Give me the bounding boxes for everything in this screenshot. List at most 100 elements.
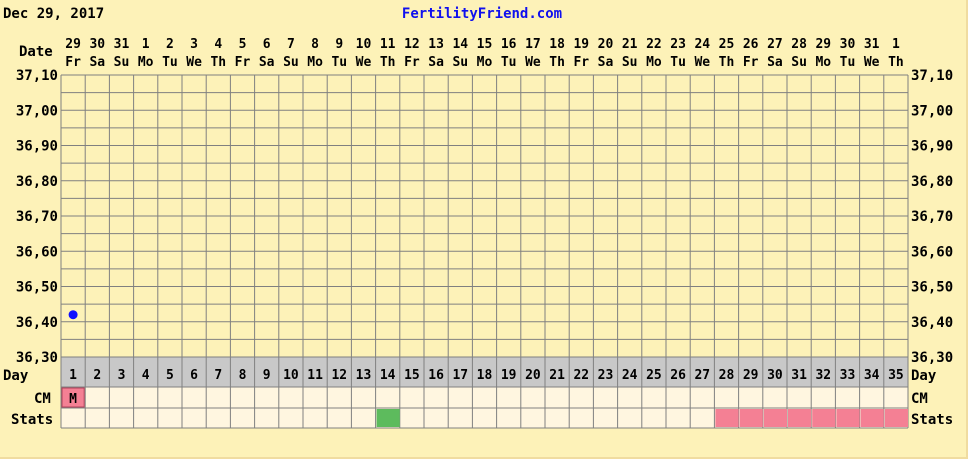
temp-tick-label-right: 36,50: [911, 280, 953, 296]
date-tick-label: 1: [892, 37, 900, 52]
temp-tick-label-left: 36,80: [16, 174, 58, 190]
cycle-day-label: 18: [477, 368, 493, 383]
cycle-day-label: 10: [283, 368, 299, 383]
cycle-day-label: 4: [142, 368, 150, 383]
temp-tick-label-left: 37,00: [16, 103, 58, 119]
temp-tick-label-left: 36,60: [16, 244, 58, 260]
temp-tick-label-right: 36,30: [911, 350, 953, 366]
date-tick-label: 11: [380, 37, 396, 52]
weekday-tick-label: Th: [549, 55, 565, 70]
cycle-day-label: 25: [646, 368, 662, 383]
stats-cell: [812, 409, 836, 427]
stats-cell: [739, 409, 763, 427]
weekday-tick-label: Su: [622, 55, 638, 70]
date-tick-label: 29: [815, 37, 831, 52]
weekday-tick-label: Su: [791, 55, 807, 70]
weekday-tick-label: Sa: [767, 55, 783, 70]
weekday-tick-label: We: [186, 55, 202, 70]
cycle-day-label: 19: [501, 368, 517, 383]
cycle-day-label: 21: [549, 368, 565, 383]
weekday-tick-label: Fr: [235, 55, 251, 70]
weekday-tick-label: Su: [114, 55, 130, 70]
chart-date-header: Dec 29, 2017: [3, 6, 104, 22]
date-tick-label: 3: [190, 37, 198, 52]
date-tick-label: 13: [428, 37, 444, 52]
cm-row-background: [61, 387, 908, 408]
temp-tick-label-left: 36,40: [16, 315, 58, 331]
cycle-day-label: 1: [69, 368, 77, 383]
temp-tick-label-right: 36,90: [911, 139, 953, 155]
cycle-day-label: 22: [573, 368, 589, 383]
cycle-day-label: 11: [307, 368, 323, 383]
cycle-day-label: 28: [719, 368, 735, 383]
day-row-label-right: Day: [911, 368, 937, 384]
stats-row-label-right: Stats: [911, 412, 953, 428]
date-tick-label: 1: [142, 37, 150, 52]
date-tick-label: 30: [89, 37, 105, 52]
cycle-day-label: 23: [598, 368, 614, 383]
temp-tick-label-right: 36,60: [911, 244, 953, 260]
date-tick-label: 5: [239, 37, 247, 52]
date-tick-label: 24: [694, 37, 710, 52]
stats-cell: [788, 409, 812, 427]
stats-cell: [884, 409, 908, 427]
weekday-tick-label: We: [525, 55, 541, 70]
date-tick-label: 2: [166, 37, 174, 52]
date-tick-label: 26: [743, 37, 759, 52]
cycle-day-label: 14: [380, 368, 396, 383]
cycle-day-label: 12: [331, 368, 347, 383]
temperature-point: [68, 310, 78, 320]
weekday-tick-label: Th: [380, 55, 396, 70]
weekday-tick-label: Th: [719, 55, 735, 70]
date-tick-label: 12: [404, 37, 420, 52]
weekday-tick-label: Su: [283, 55, 299, 70]
cycle-day-label: 17: [452, 368, 468, 383]
weekday-tick-label: Mo: [138, 55, 154, 70]
date-tick-label: 31: [864, 37, 880, 52]
cycle-day-label: 30: [767, 368, 783, 383]
date-row-label: Date: [19, 44, 53, 60]
date-tick-label: 16: [501, 37, 517, 52]
cycle-day-label: 6: [190, 368, 198, 383]
date-tick-label: 19: [573, 37, 589, 52]
date-tick-label: 31: [114, 37, 130, 52]
cm-value: M: [69, 392, 77, 407]
temp-tick-label-left: 36,50: [16, 280, 58, 296]
date-tick-label: 28: [791, 37, 807, 52]
site-name: FertilityFriend.com: [402, 6, 562, 22]
temp-tick-label-left: 37,10: [16, 68, 58, 84]
bbt-chart: Dec 29, 2017 FertilityFriend.com Date Da…: [3, 6, 953, 429]
cycle-day-label: 24: [622, 368, 638, 383]
date-tick-label: 27: [767, 37, 783, 52]
cycle-day-label: 29: [743, 368, 759, 383]
cm-row-label-right: CM: [911, 391, 928, 407]
cycle-day-label: 13: [356, 368, 372, 383]
weekday-tick-label: Tu: [162, 55, 178, 70]
cycle-day-label: 16: [428, 368, 444, 383]
date-tick-label: 23: [670, 37, 686, 52]
date-tick-label: 21: [622, 37, 638, 52]
temp-tick-label-left: 36,70: [16, 209, 58, 225]
date-tick-label: 6: [263, 37, 271, 52]
stats-cell: [376, 409, 400, 427]
cycle-day-label: 34: [864, 368, 880, 383]
weekday-tick-label: Sa: [598, 55, 614, 70]
stats-cell: [836, 409, 860, 427]
cm-row-label-left: CM: [34, 391, 51, 407]
weekday-tick-label: Tu: [331, 55, 347, 70]
date-tick-label: 14: [452, 37, 468, 52]
fertility-chart-panel: Dec 29, 2017 FertilityFriend.com Date Da…: [0, 0, 968, 459]
cycle-day-label: 35: [888, 368, 904, 383]
cycle-day-label: 3: [118, 368, 126, 383]
cycle-day-label: 32: [815, 368, 831, 383]
temp-tick-label-right: 36,40: [911, 315, 953, 331]
day-row-label-left: Day: [3, 368, 29, 384]
cycle-day-label: 26: [670, 368, 686, 383]
weekday-tick-label: Fr: [743, 55, 759, 70]
temp-tick-label-right: 37,10: [911, 68, 953, 84]
weekday-tick-label: Fr: [404, 55, 420, 70]
date-tick-label: 20: [598, 37, 614, 52]
weekday-tick-label: We: [694, 55, 710, 70]
date-tick-label: 22: [646, 37, 662, 52]
weekday-tick-label: Fr: [573, 55, 589, 70]
